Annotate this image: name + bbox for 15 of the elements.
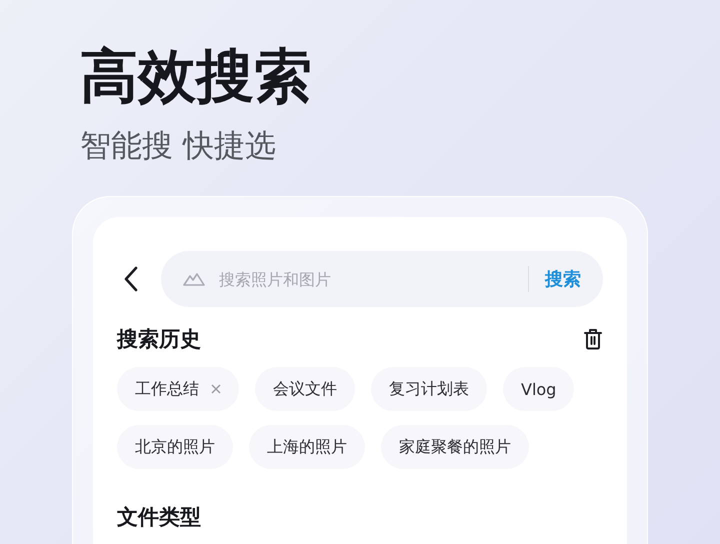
- close-icon[interactable]: [211, 384, 221, 394]
- history-chip[interactable]: Vlog: [503, 367, 574, 411]
- headline-title: 高效搜索: [80, 41, 313, 112]
- section-title: 文件类型: [117, 504, 202, 531]
- headline-subtitle: 智能搜 快捷选: [80, 127, 277, 166]
- history-chip[interactable]: 工作总结: [117, 367, 239, 411]
- history-chip[interactable]: 会议文件: [255, 367, 355, 411]
- history-chip[interactable]: 北京的照片: [117, 425, 233, 469]
- history-chip[interactable]: 上海的照片: [249, 425, 365, 469]
- trash-icon[interactable]: [583, 328, 603, 350]
- section-title: 搜索历史: [117, 326, 201, 353]
- mountain-icon: [183, 272, 205, 286]
- back-icon[interactable]: [123, 265, 139, 293]
- history-chip[interactable]: 复习计划表: [371, 367, 487, 411]
- history-chip[interactable]: 家庭聚餐的照片: [381, 425, 529, 469]
